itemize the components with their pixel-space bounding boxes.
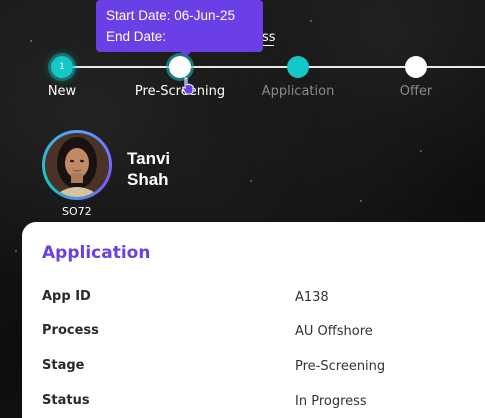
tooltip-end-date: End Date: (106, 29, 167, 44)
avatar-photo (45, 133, 109, 197)
stage-label: Stage (42, 358, 85, 373)
background-speck (420, 150, 422, 152)
tooltip-start-date: Start Date: 06-Jun-25 (106, 8, 236, 23)
process-label: Process (42, 323, 99, 338)
step-label-application[interactable]: Application (262, 84, 335, 99)
candidate-name: Tanvi Shah (127, 148, 170, 190)
step-label-pre-screening[interactable]: Pre-Screening (135, 84, 225, 99)
step-node-application[interactable] (287, 56, 309, 78)
step-node-new[interactable]: 1 (51, 56, 73, 78)
tooltip-arrow (180, 51, 192, 57)
application-card-title: Application (42, 243, 151, 263)
stage-title-underline (262, 45, 274, 46)
candidate-last-name: Shah (127, 170, 169, 189)
step-node-offer[interactable] (405, 56, 427, 78)
avatar[interactable] (42, 130, 112, 200)
background-speck (360, 200, 362, 202)
step-date-tooltip: Start Date: 06-Jun-25 End Date: (96, 0, 263, 52)
stage-value: Pre-Screening (295, 359, 386, 374)
application-card: Application App ID A138 Process AU Offsh… (22, 222, 485, 418)
candidate-first-name: Tanvi (127, 149, 171, 168)
candidate-id: SO72 (62, 205, 92, 218)
hand-pointer-icon (182, 77, 194, 95)
step-number: 1 (59, 62, 65, 72)
background-speck (30, 40, 32, 42)
step-label-new[interactable]: New (48, 84, 76, 99)
person-portrait-icon (45, 133, 109, 197)
background-speck (310, 20, 312, 22)
app-id-value: A138 (295, 290, 329, 305)
background-speck (15, 250, 17, 252)
step-label-offer[interactable]: Offer (400, 84, 433, 99)
app-id-label: App ID (42, 289, 91, 304)
stage-title-fragment: ss (262, 30, 276, 45)
step-node-pre-screening[interactable] (169, 56, 191, 78)
stage-stepper: 1 New Pre-Screening Application Offer (0, 52, 485, 112)
status-label: Status (42, 393, 90, 408)
process-value: AU Offshore (295, 324, 373, 339)
status-value: In Progress (295, 394, 367, 409)
background-speck (250, 180, 252, 182)
